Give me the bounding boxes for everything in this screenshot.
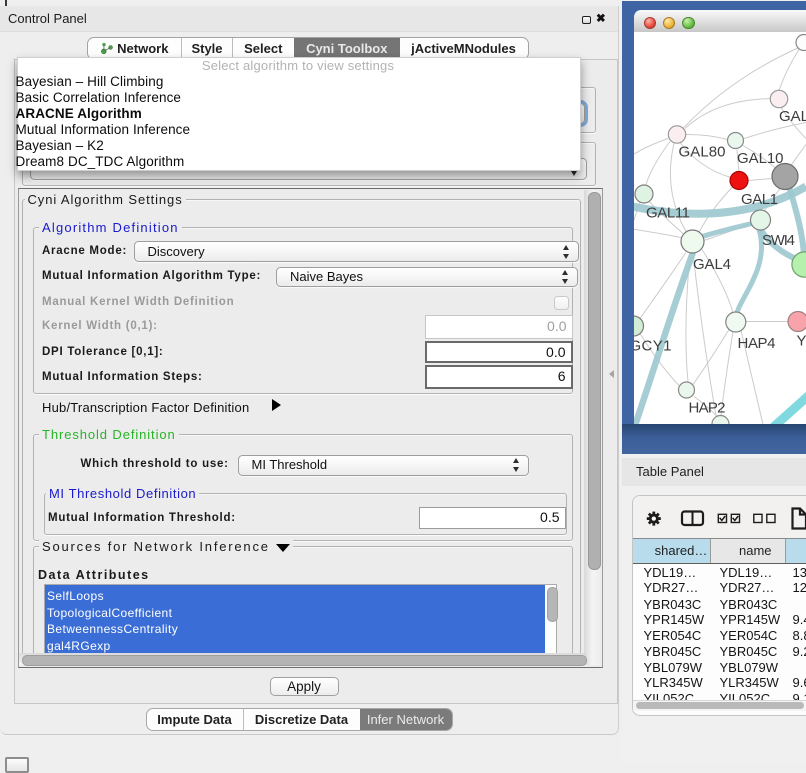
svg-text:HAP4: HAP4 (738, 335, 776, 352)
svg-text:GAL11: GAL11 (646, 204, 690, 221)
svg-text:SWI4: SWI4 (762, 232, 795, 249)
svg-text:GAL7: GAL7 (779, 108, 806, 125)
svg-text:Y: Y (797, 332, 806, 349)
svg-text:HAP2: HAP2 (689, 399, 726, 416)
svg-text:GAL4: GAL4 (693, 256, 731, 273)
svg-text:GAL80: GAL80 (679, 143, 726, 160)
svg-text:GAL1: GAL1 (741, 191, 778, 208)
svg-text:GAL10: GAL10 (737, 150, 784, 167)
svg-text:GCY1: GCY1 (634, 337, 672, 354)
